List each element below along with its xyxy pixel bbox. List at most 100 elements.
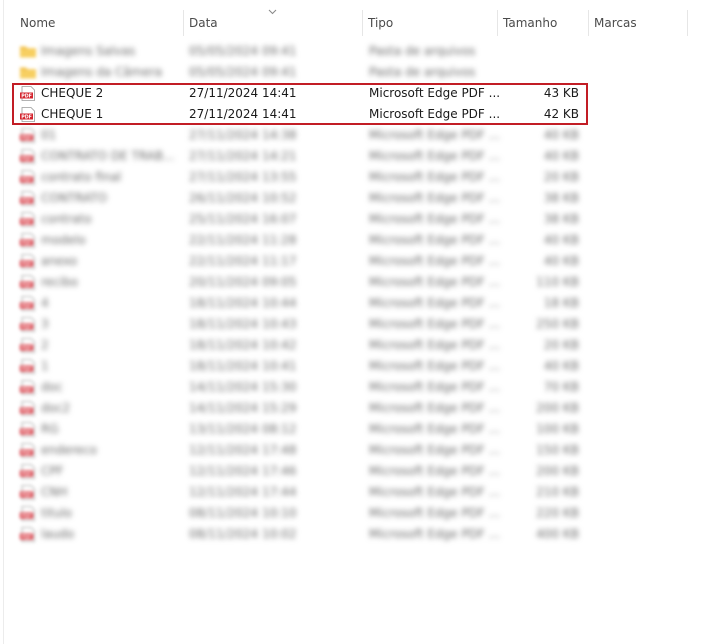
svg-text:PDF: PDF — [21, 387, 32, 393]
file-name: 2 — [41, 338, 49, 352]
file-date: 27/11/2024 14:38 — [189, 128, 297, 142]
file-size: 40 KB — [543, 233, 579, 247]
file-date: 26/11/2024 10:52 — [189, 191, 297, 205]
file-row[interactable]: PDF laudo 08/11/2024 10:02 Microsoft Edge P… — [14, 524, 588, 545]
column-header-date[interactable]: Data — [183, 0, 361, 36]
folder-row[interactable]: Imagens da Câmera 05/05/2024 09:41 Pasta d… — [14, 62, 588, 83]
file-type: Microsoft Edge PDF ... — [369, 275, 499, 289]
file-row[interactable]: PDF anexo 22/11/2024 11:17 Microsoft Edge P… — [14, 251, 588, 272]
file-type: Microsoft Edge PDF ... — [369, 506, 499, 520]
file-type: Microsoft Edge PDF ... — [369, 422, 499, 436]
file-row[interactable]: PDF CHEQUE 1 27/11/2024 14:41 Microsoft Edg… — [14, 104, 588, 125]
svg-text:PDF: PDF — [21, 303, 32, 309]
file-row[interactable]: PDF doc 14/11/2024 15:30 Microsoft Edge PDF… — [14, 377, 588, 398]
file-name: CNH — [41, 485, 68, 499]
svg-text:PDF: PDF — [21, 492, 32, 498]
svg-text:PDF: PDF — [21, 156, 32, 162]
file-name: CPF — [41, 464, 64, 478]
file-size — [504, 41, 579, 62]
file-row[interactable]: PDF contrato 25/11/2024 16:07 Microsoft Edg… — [14, 209, 588, 230]
svg-text:PDF: PDF — [21, 408, 32, 414]
column-header-type[interactable]: Tipo — [362, 0, 496, 36]
pdf-icon: PDF — [20, 128, 35, 143]
file-name: doc2 — [41, 401, 71, 415]
file-name: 4 — [41, 296, 49, 310]
file-name: CHEQUE 1 — [41, 107, 104, 121]
file-date: 05/05/2024 09:41 — [189, 44, 297, 58]
pdf-icon: PDF — [20, 233, 35, 248]
file-size: 200 KB — [536, 464, 579, 478]
pdf-icon: PDF — [20, 380, 35, 395]
file-size: 200 KB — [536, 401, 579, 415]
file-size: 220 KB — [536, 506, 579, 520]
file-row[interactable]: PDF 3 18/11/2024 10:43 Microsoft Edge PDF .… — [14, 314, 588, 335]
file-row[interactable]: PDF modelo 22/11/2024 11:28 Microsoft Edge … — [14, 230, 588, 251]
pdf-icon: PDF — [20, 485, 35, 500]
pdf-icon: PDF — [20, 317, 35, 332]
pdf-icon: PDF — [20, 443, 35, 458]
svg-text:PDF: PDF — [21, 240, 32, 246]
file-type: Microsoft Edge PDF ... — [369, 128, 499, 142]
file-row[interactable]: PDF titulo 08/11/2024 10:10 Microsoft Edge … — [14, 503, 588, 524]
pdf-icon: PDF — [20, 149, 35, 164]
pdf-icon: PDF — [20, 170, 35, 185]
folder-row[interactable]: Imagens Salvas 05/05/2024 09:41 Pasta de a… — [14, 41, 588, 62]
pdf-icon: PDF — [20, 107, 35, 122]
file-type: Microsoft Edge PDF ... — [369, 254, 499, 268]
file-date: 22/11/2024 11:28 — [189, 233, 297, 247]
file-size: 38 KB — [543, 212, 579, 226]
file-size: 40 KB — [543, 128, 579, 142]
file-date: 27/11/2024 14:41 — [189, 86, 297, 100]
folder-icon — [20, 46, 36, 58]
file-row[interactable]: PDF 2 18/11/2024 10:42 Microsoft Edge PDF .… — [14, 335, 588, 356]
svg-text:PDF: PDF — [21, 429, 32, 435]
file-name: laudo — [41, 527, 75, 541]
pdf-icon: PDF — [20, 338, 35, 353]
file-name: recibo — [41, 275, 78, 289]
file-size: 20 KB — [543, 338, 579, 352]
file-row[interactable]: PDF endereco 12/11/2024 17:48 Microsoft Edg… — [14, 440, 588, 461]
pdf-icon: PDF — [20, 86, 35, 101]
file-row[interactable]: PDF doc2 14/11/2024 15:29 Microsoft Edge PD… — [14, 398, 588, 419]
file-row[interactable]: PDF 1 18/11/2024 10:41 Microsoft Edge PDF .… — [14, 356, 588, 377]
file-size: 40 KB — [543, 149, 579, 163]
pdf-icon: PDF — [20, 359, 35, 374]
pdf-icon: PDF — [20, 254, 35, 269]
column-header-tags[interactable]: Marcas — [588, 0, 686, 36]
file-row[interactable]: PDF CHEQUE 2 27/11/2024 14:41 Microsoft Edg… — [14, 83, 588, 104]
svg-text:PDF: PDF — [21, 198, 32, 204]
file-row[interactable]: PDF CONTRATO 26/11/2024 10:52 Microsoft Edg… — [14, 188, 588, 209]
file-size: 40 KB — [543, 359, 579, 373]
file-size: 250 KB — [536, 317, 579, 331]
file-row[interactable]: PDF 4 18/11/2024 10:44 Microsoft Edge PDF .… — [14, 293, 588, 314]
svg-text:PDF: PDF — [21, 324, 32, 330]
file-row[interactable]: PDF CPF 12/11/2024 17:46 Microsoft Edge PDF… — [14, 461, 588, 482]
file-date: 22/11/2024 11:17 — [189, 254, 297, 268]
file-type: Microsoft Edge PDF ... — [369, 107, 499, 121]
file-row[interactable]: PDF contrato final 27/11/2024 13:55 Microso… — [14, 167, 588, 188]
file-row[interactable]: PDF CONTRATO DE TRAB... 27/11/2024 14:21 Mi… — [14, 146, 588, 167]
file-name: CONTRATO DE TRAB... — [41, 149, 175, 163]
file-date: 08/11/2024 10:02 — [189, 527, 297, 541]
pdf-icon: PDF — [20, 464, 35, 479]
column-header-name[interactable]: Nome — [14, 0, 182, 36]
file-date: 13/11/2024 08:12 — [189, 422, 297, 436]
file-name: modelo — [41, 233, 86, 247]
file-row[interactable]: PDF RG 13/11/2024 08:12 Microsoft Edge PDF … — [14, 419, 588, 440]
pdf-icon: PDF — [20, 191, 35, 206]
file-size: 18 KB — [543, 296, 579, 310]
column-header-size[interactable]: Tamanho — [497, 0, 587, 36]
file-type: Microsoft Edge PDF ... — [369, 212, 499, 226]
file-date: 27/11/2024 13:55 — [189, 170, 297, 184]
pdf-icon: PDF — [20, 527, 35, 542]
file-type: Microsoft Edge PDF ... — [369, 443, 499, 457]
file-size: 100 KB — [536, 422, 579, 436]
file-row[interactable]: PDF 01 27/11/2024 14:38 Microsoft Edge PDF … — [14, 125, 588, 146]
file-row[interactable]: PDF recibo 20/11/2024 09:05 Microsoft Edge … — [14, 272, 588, 293]
pdf-icon: PDF — [20, 212, 35, 227]
file-type: Pasta de arquivos — [369, 44, 476, 58]
svg-text:PDF: PDF — [21, 345, 32, 351]
pdf-icon: PDF — [20, 506, 35, 521]
column-divider[interactable] — [687, 10, 688, 36]
file-row[interactable]: PDF CNH 12/11/2024 17:44 Microsoft Edge PDF… — [14, 482, 588, 503]
